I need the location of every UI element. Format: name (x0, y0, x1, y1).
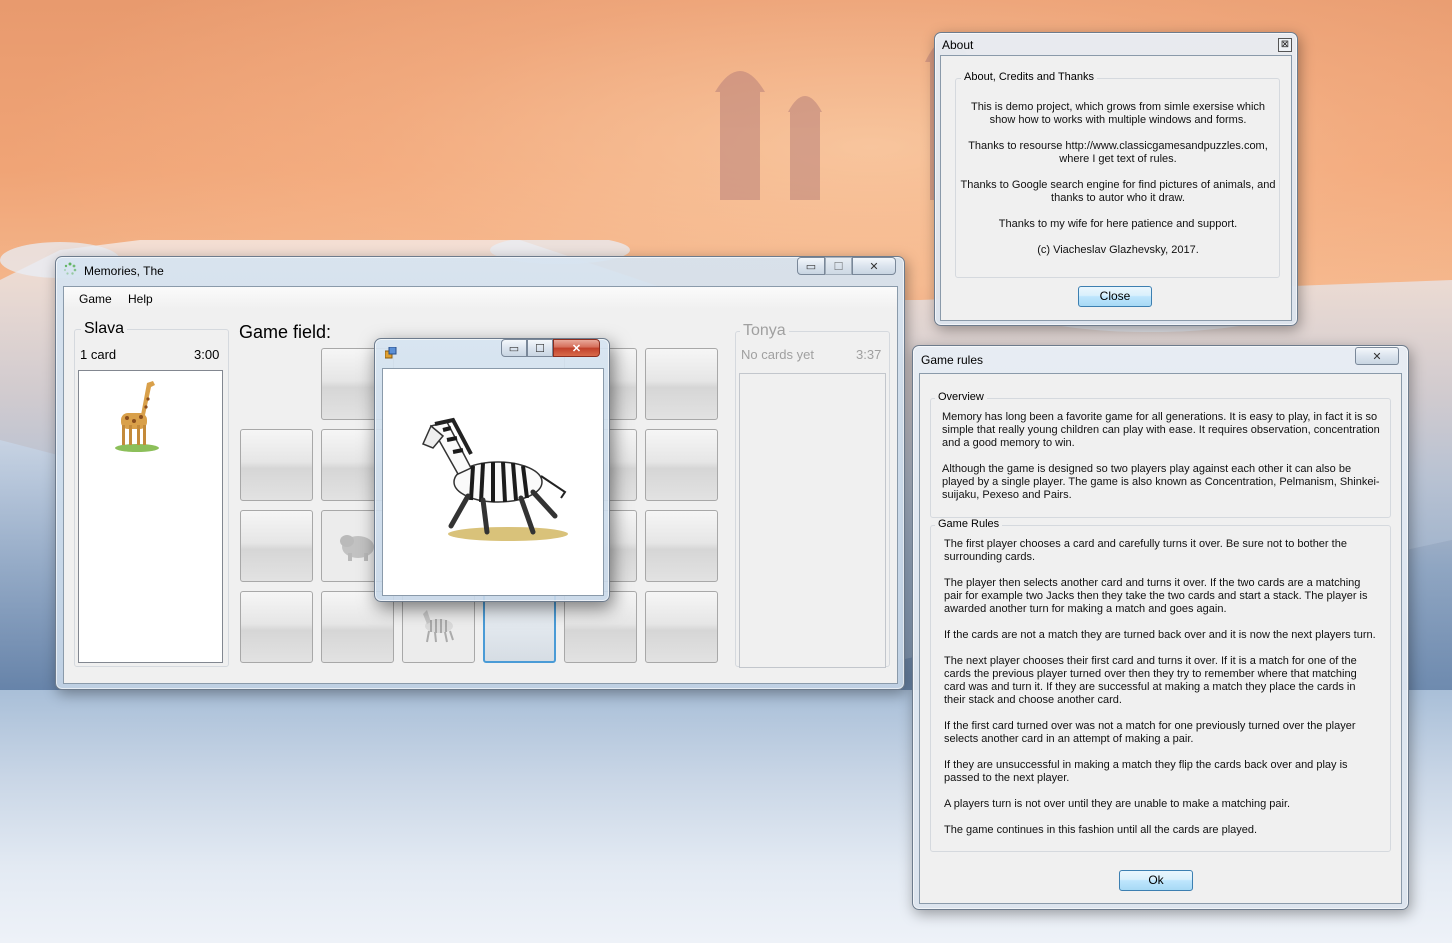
game-field-label: Game field: (239, 322, 332, 342)
rules-client-area: Overview Memory has long been a favorite… (919, 373, 1402, 904)
card-r2-c5[interactable] (645, 510, 718, 582)
player1-card-count: 1 card (80, 347, 117, 362)
overview-title: Overview (935, 391, 987, 403)
menu-game[interactable]: Game (79, 292, 112, 306)
rule-paragraph-5: If the first card turned over was not a … (944, 720, 1356, 745)
card-r0-c5[interactable] (645, 348, 718, 420)
close-icon: ✕ (571, 342, 582, 355)
rules-window: Game rules ✕ Overview Memory has long be… (912, 345, 1409, 910)
main-window-title: Memories, The (84, 264, 164, 278)
rule-paragraph-1: The first player chooses a card and care… (944, 538, 1347, 563)
about-title-bar[interactable]: About ⊠ (935, 33, 1297, 55)
popup-title-bar[interactable]: ▭ ☐ ✕ (375, 339, 609, 367)
close-icon: ✕ (869, 260, 879, 273)
about-client-area: About, Credits and Thanks This is demo p… (940, 55, 1292, 321)
about-window-title: About (942, 38, 974, 52)
menu-bar: Game Help (64, 287, 897, 309)
card-r1-c5[interactable] (645, 429, 718, 501)
player2-timer: 3:37 (856, 347, 882, 362)
about-paragraph-4: Thanks to my wife for here patience and … (998, 218, 1238, 230)
about-copyright: (c) Viacheslav Glazhevsky, 2017. (1037, 244, 1199, 256)
rule-paragraph-2: The player then selects another card and… (944, 577, 1368, 615)
close-icon: ✕ (1372, 350, 1382, 363)
card-r2-c0[interactable] (240, 510, 313, 582)
about-paragraph-1: This is demo project, which grows from s… (970, 101, 1266, 126)
app-spinner-icon (63, 262, 77, 276)
card-preview-window: ▭ ☐ ✕ (374, 338, 610, 602)
popup-app-icon (384, 346, 397, 359)
card-r3-c0[interactable] (240, 591, 313, 663)
overview-paragraph-2: Although the game is designed so two pla… (942, 463, 1380, 501)
about-close-button[interactable]: Close (1078, 286, 1152, 307)
popup-minimize-button[interactable]: ▭ (501, 339, 527, 357)
popup-client-area (382, 368, 604, 596)
maximize-icon: ☐ (535, 342, 545, 355)
rules-title-bar[interactable]: Game rules ✕ (913, 346, 1408, 374)
game-rules-title: Game Rules (935, 518, 1003, 530)
close-icon: ⊠ (1280, 39, 1290, 50)
menu-help[interactable]: Help (128, 292, 153, 306)
maximize-icon: ☐ (833, 260, 844, 273)
rules-window-title: Game rules (921, 353, 984, 367)
rule-paragraph-7: A players turn is not over until they ar… (944, 798, 1291, 810)
about-close-x-button[interactable]: ⊠ (1278, 38, 1292, 52)
about-paragraph-3: Thanks to Google search engine for find … (960, 179, 1276, 204)
player1-timer: 3:00 (194, 347, 220, 362)
rule-paragraph-6: If they are unsuccessful in making a mat… (944, 759, 1348, 784)
player2-card-stack (739, 373, 886, 668)
player1-card-stack (78, 370, 223, 663)
minimize-icon: ▭ (805, 260, 817, 273)
popup-maximize-button[interactable]: ☐ (527, 339, 553, 357)
zebra-card-image (423, 610, 454, 643)
about-group-title: About, Credits and Thanks (961, 71, 1098, 83)
main-title-bar[interactable]: Memories, The ▭ ☐ ✕ (56, 257, 904, 285)
zebra-image (421, 417, 568, 541)
minimize-icon: ▭ (508, 342, 520, 355)
popup-close-button[interactable]: ✕ (553, 339, 600, 357)
about-window: About ⊠ About, Credits and Thanks This i… (934, 32, 1298, 326)
card-r1-c0[interactable] (240, 429, 313, 501)
card-r3-c5[interactable] (645, 591, 718, 663)
player2-card-count: No cards yet (741, 347, 814, 362)
minimize-button[interactable]: ▭ (797, 257, 825, 275)
rules-close-button[interactable]: ✕ (1355, 347, 1399, 365)
player1-name: Slava (81, 320, 128, 338)
rule-paragraph-8: The game continues in this fashion until… (944, 824, 1258, 836)
giraffe-card-image (115, 381, 159, 452)
about-paragraph-2: Thanks to resourse http://www.classicgam… (968, 140, 1268, 165)
maximize-button[interactable]: ☐ (825, 257, 852, 275)
rules-ok-button[interactable]: Ok (1119, 870, 1193, 891)
overview-paragraph-1: Memory has long been a favorite game for… (942, 411, 1380, 449)
rule-paragraph-3: If the cards are not a match they are tu… (944, 629, 1376, 641)
player2-name: Tonya (740, 322, 789, 340)
close-button[interactable]: ✕ (852, 257, 896, 275)
rule-paragraph-4: The next player chooses their first card… (944, 655, 1357, 706)
